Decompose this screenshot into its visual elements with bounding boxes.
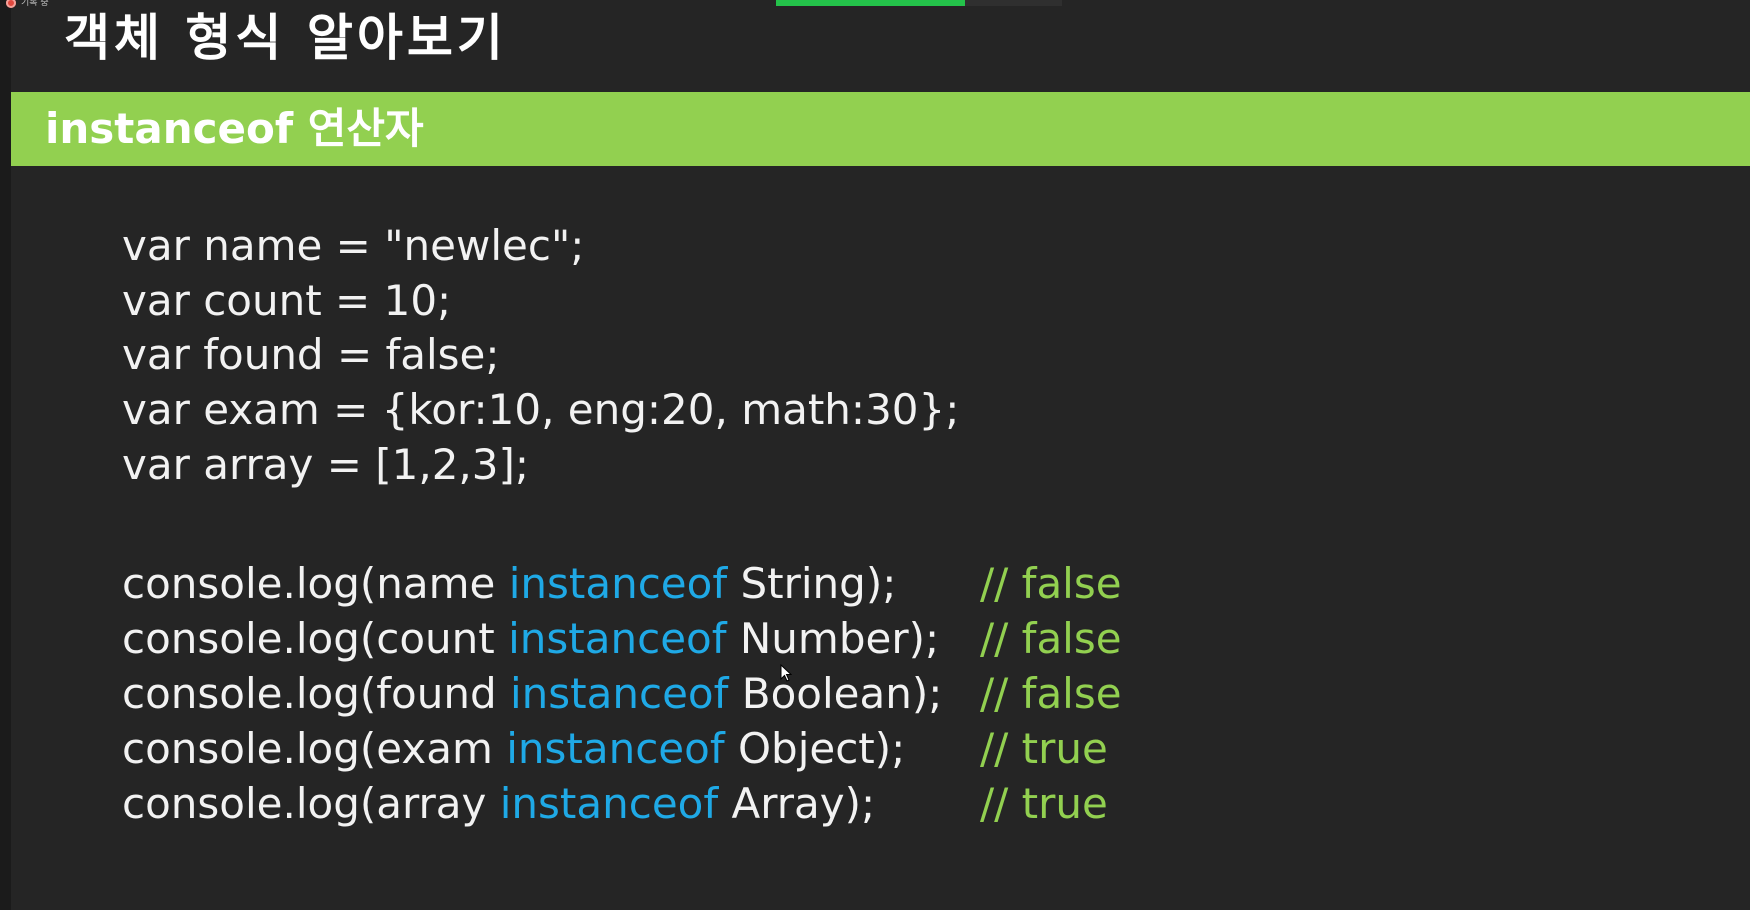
keyword-instanceof: instanceof <box>508 559 728 608</box>
recording-indicator: 기록 중 <box>6 0 49 8</box>
recording-label: 기록 중 <box>21 0 49 8</box>
share-progress-fill <box>776 0 965 6</box>
code-comment: // false <box>980 669 1122 718</box>
share-progress-bar <box>776 0 1062 6</box>
slide-title: 객체 형식 알아보기 <box>64 9 507 67</box>
code-comment: // false <box>980 559 1122 608</box>
code-text: Object); <box>724 724 906 773</box>
record-icon <box>6 0 16 8</box>
section-title: instanceof 연산자 <box>45 104 424 153</box>
code-comment: // true <box>980 724 1108 773</box>
left-edge-strip <box>0 0 11 910</box>
section-header-bar: instanceof 연산자 <box>11 92 1750 166</box>
code-text: console.log(found <box>122 669 510 718</box>
code-text: console.log(array <box>122 779 500 828</box>
code-text: console.log(count <box>122 614 509 663</box>
code-line-declaration: var name = "newlec"; <box>122 221 585 270</box>
code-text: console.log(name <box>122 559 509 608</box>
keyword-instanceof: instanceof <box>510 669 729 718</box>
code-line-declaration: var array = [1,2,3]; <box>122 440 530 489</box>
code-line-declaration: var count = 10; <box>122 276 452 325</box>
code-line-check: console.log(exam instanceof Object); <box>122 721 905 776</box>
code-comment: // true <box>980 779 1108 828</box>
code-line-check: console.log(array instanceof Array); <box>122 776 875 831</box>
mouse-cursor-icon <box>780 664 792 682</box>
keyword-instanceof: instanceof <box>508 614 727 663</box>
code-text: console.log(exam <box>122 724 507 773</box>
code-line-check: console.log(count instanceof Number); <box>122 611 939 666</box>
slide-viewer: 기록 중 객체 형식 알아보기 instanceof 연산자 var name … <box>0 0 1750 910</box>
keyword-instanceof: instanceof <box>506 724 725 773</box>
keyword-instanceof: instanceof <box>499 779 719 828</box>
code-line-check: console.log(found instanceof Boolean); <box>122 666 942 721</box>
code-comment: // false <box>980 614 1122 663</box>
code-text: String); <box>727 559 897 608</box>
code-text: Array); <box>718 779 876 828</box>
code-line-declaration: var exam = {kor:10, eng:20, math:30}; <box>122 385 960 434</box>
code-text: Boolean); <box>728 669 943 718</box>
code-line-check: console.log(name instanceof String); <box>122 556 896 611</box>
code-text: Number); <box>726 614 940 663</box>
code-line-declaration: var found = false; <box>122 330 500 379</box>
